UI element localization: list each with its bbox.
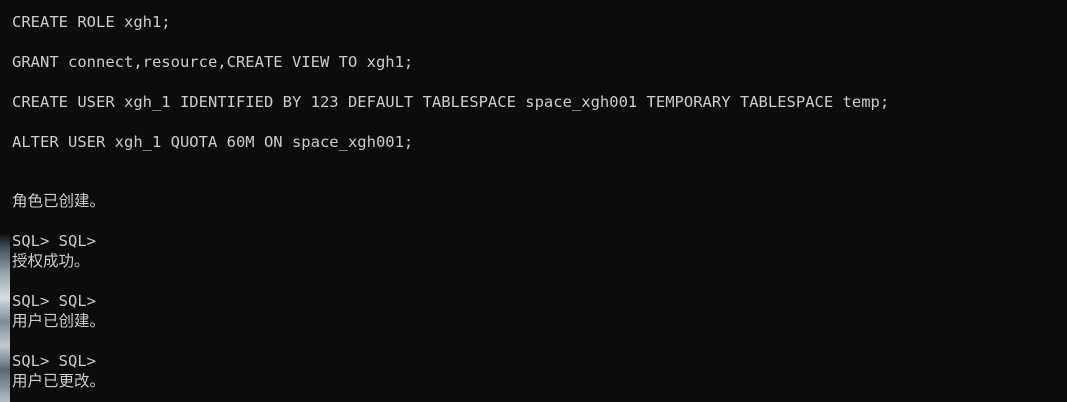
output-grant-success: 授权成功。 <box>12 252 90 270</box>
output-user-created: 用户已创建。 <box>12 312 106 330</box>
sql-command-grant: GRANT connect,resource,CREATE VIEW TO xg… <box>12 53 414 71</box>
terminal-window[interactable]: CREATE ROLE xgh1; GRANT connect,resource… <box>0 0 1067 402</box>
sql-prompt: SQL> SQL> <box>12 232 96 250</box>
sql-command-create-user: CREATE USER xgh_1 IDENTIFIED BY 123 DEFA… <box>12 93 890 111</box>
output-role-created: 角色已创建。 <box>12 192 106 210</box>
desktop-wallpaper-strip <box>0 0 10 402</box>
sql-command-alter-user: ALTER USER xgh_1 QUOTA 60M ON space_xgh0… <box>12 133 414 151</box>
sql-command-create-role: CREATE ROLE xgh1; <box>12 13 171 31</box>
sql-prompt: SQL> SQL> <box>12 352 96 370</box>
sql-prompt: SQL> SQL> <box>12 292 96 310</box>
output-user-altered: 用户已更改。 <box>12 372 106 390</box>
